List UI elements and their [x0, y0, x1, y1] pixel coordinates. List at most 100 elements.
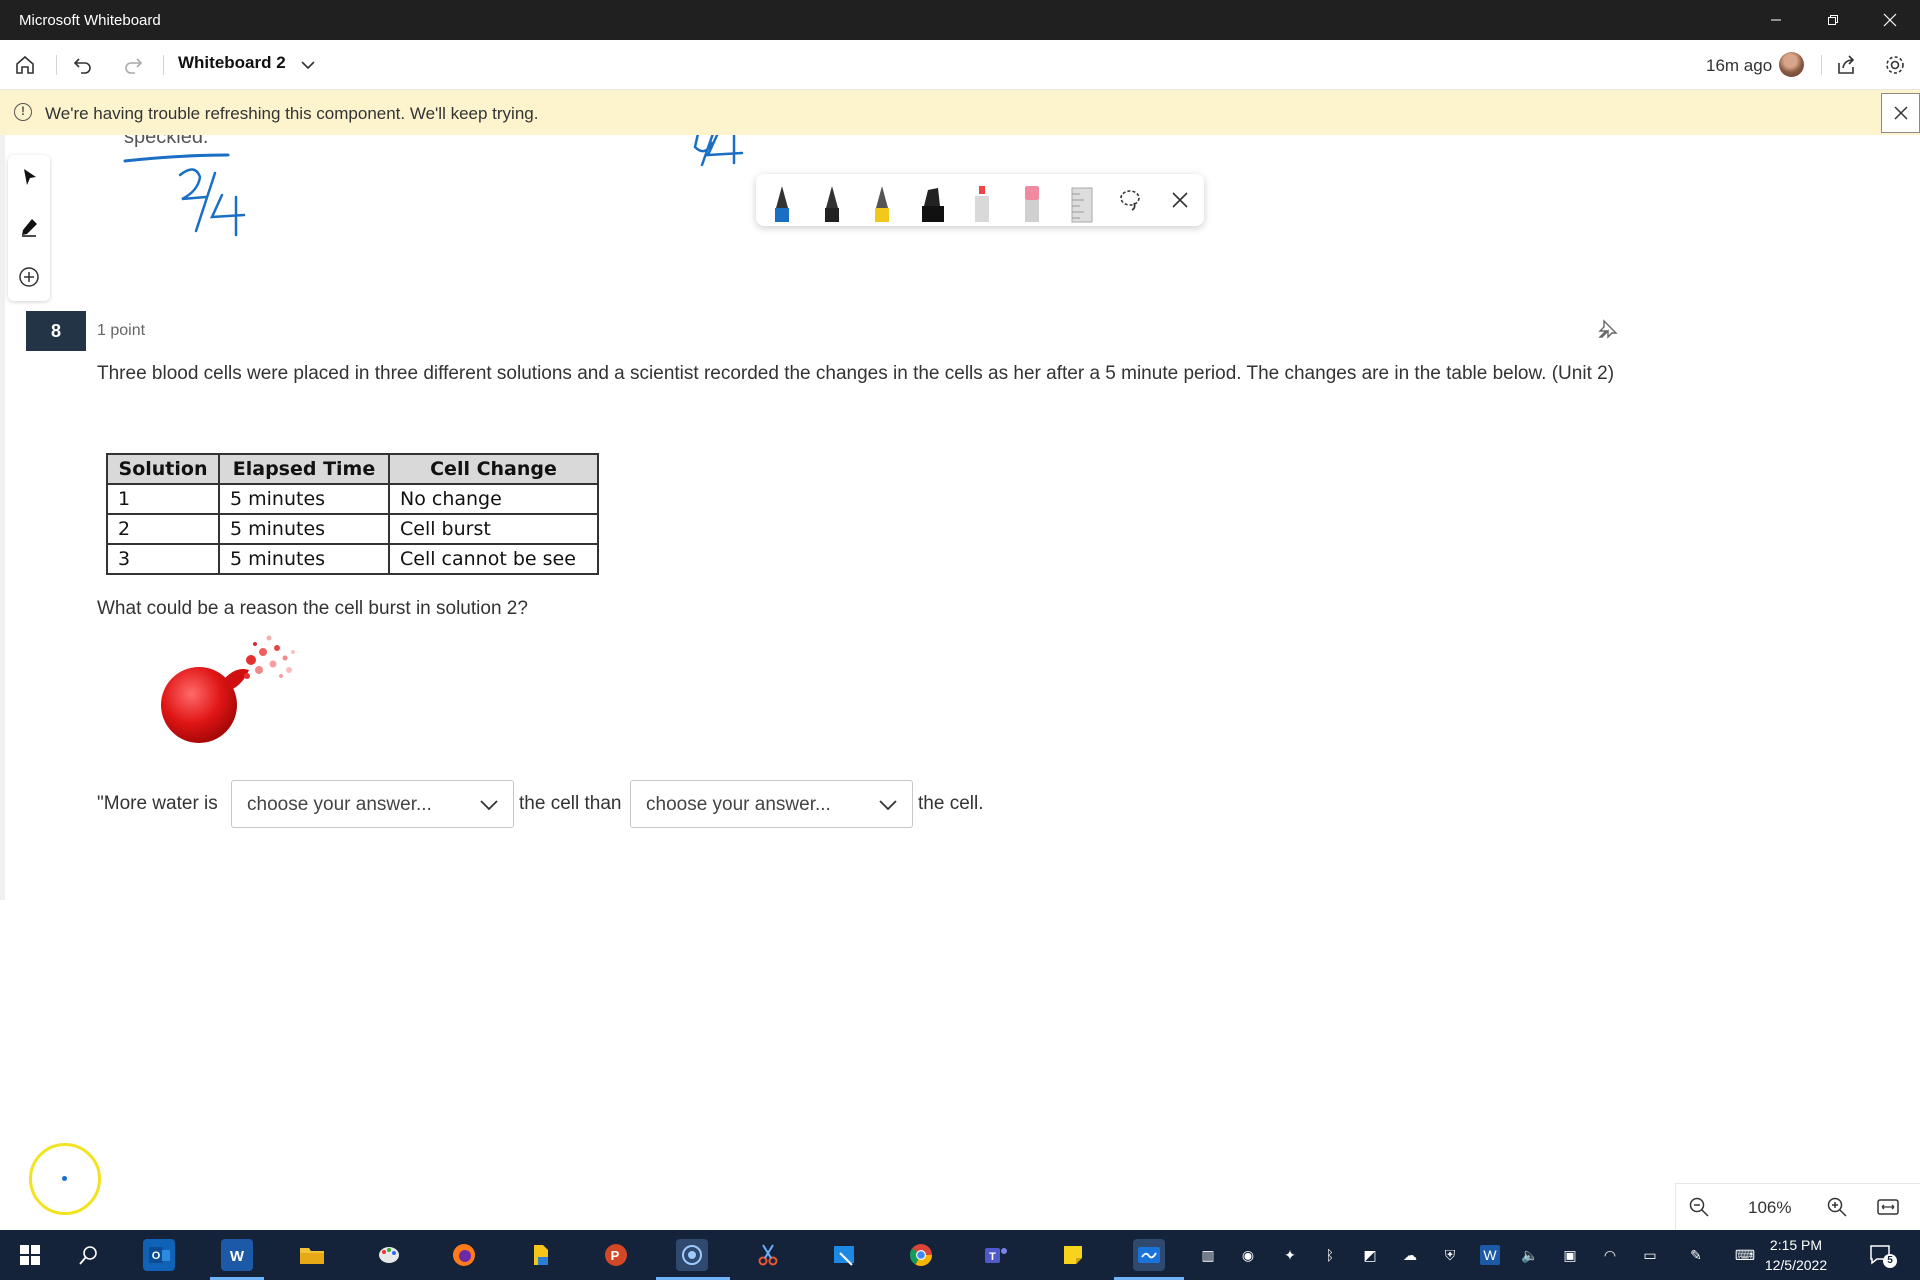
- scissors-icon: [758, 1244, 778, 1266]
- avatar[interactable]: [1779, 52, 1804, 77]
- share-button[interactable]: [1834, 53, 1858, 77]
- home-button[interactable]: [13, 53, 37, 77]
- highlighter-icon[interactable]: [918, 184, 946, 224]
- bursting-cell-image: [161, 635, 295, 743]
- wifi-icon[interactable]: ◠: [1600, 1245, 1620, 1265]
- tray-target-icon[interactable]: ◉: [1238, 1245, 1258, 1265]
- add-button[interactable]: [17, 265, 41, 289]
- taskbar-whiteboard[interactable]: [1133, 1239, 1165, 1271]
- sketch-icon: [834, 1246, 854, 1266]
- svg-text:O: O: [152, 1250, 161, 1262]
- security-shield-icon[interactable]: ⛨: [1440, 1245, 1460, 1265]
- taskbar-sticky-notes[interactable]: [1057, 1239, 1089, 1271]
- question-text: Three blood cells were placed in three d…: [97, 363, 1615, 384]
- bluetooth-icon[interactable]: ᛒ: [1320, 1245, 1340, 1265]
- gear-icon: [1886, 56, 1904, 74]
- answer-dropdown-1[interactable]: choose your answer...: [231, 780, 514, 828]
- redo-icon: [125, 58, 143, 74]
- powerpoint-icon: P: [605, 1244, 627, 1266]
- whiteboard-canvas[interactable]: speckled. 8 1 point Three blood cells we…: [0, 135, 1920, 1230]
- tray-network-add-icon[interactable]: ▣: [1560, 1245, 1580, 1265]
- taskbar-word[interactable]: W: [221, 1239, 253, 1271]
- yellow-pen-icon[interactable]: [868, 184, 896, 224]
- black-pen-icon[interactable]: [818, 184, 846, 224]
- pin-icon[interactable]: [1596, 319, 1618, 341]
- notifications-button[interactable]: 5: [1868, 1242, 1898, 1270]
- zoom-in-button[interactable]: [1826, 1196, 1850, 1220]
- toolbar-divider: [1821, 55, 1822, 75]
- restore-button[interactable]: [1805, 0, 1861, 40]
- eraser-icon[interactable]: [1018, 184, 1046, 224]
- red-pen-icon[interactable]: [968, 184, 996, 224]
- keyboard-icon[interactable]: ⌨: [1730, 1245, 1760, 1265]
- taskbar-teams[interactable]: T: [980, 1239, 1012, 1271]
- taskbar-file-explorer[interactable]: [296, 1239, 328, 1271]
- cursor-arrow-icon: [24, 169, 36, 185]
- tray-app-icon[interactable]: ▥: [1198, 1245, 1218, 1265]
- dismiss-banner-button[interactable]: [1881, 93, 1920, 133]
- restore-icon: [1828, 15, 1838, 25]
- tray-word-icon[interactable]: W: [1480, 1245, 1500, 1265]
- chevron-down-icon: [879, 800, 897, 811]
- blue-pen-icon[interactable]: [768, 184, 796, 224]
- settings-button[interactable]: [1883, 53, 1907, 77]
- outlook-icon: O: [149, 1247, 170, 1263]
- word-icon: W: [230, 1248, 245, 1265]
- system-clock[interactable]: 2:15 PM 12/5/2022: [1758, 1235, 1834, 1275]
- ruler-icon[interactable]: [1068, 184, 1096, 224]
- sticky-note-icon: [1064, 1246, 1082, 1264]
- taskbar: O W P T ▥ ◉ ✦ ᛒ ◩ ☁ ⛨ W 🔈 ▣ ◠ ▭ ✎ ⌨ 2:15…: [0, 1230, 1920, 1280]
- firefox-icon: [453, 1244, 475, 1266]
- answer-dropdown-2[interactable]: choose your answer...: [630, 780, 913, 828]
- taskbar-screen-sketch[interactable]: [829, 1239, 861, 1271]
- clock-time: 2:15 PM: [1769, 1237, 1823, 1253]
- sentence-part-2: the cell than: [519, 793, 622, 814]
- start-button[interactable]: [14, 1239, 46, 1271]
- tray-teams-icon[interactable]: ✦: [1280, 1245, 1300, 1265]
- svg-text:P: P: [611, 1248, 620, 1263]
- redo-button[interactable]: [121, 53, 145, 77]
- close-icon: [1883, 13, 1897, 27]
- taskbar-firefox[interactable]: [448, 1239, 480, 1271]
- select-tool-button[interactable]: [17, 165, 41, 189]
- table-cell: No change: [388, 483, 599, 515]
- close-window-button[interactable]: [1862, 0, 1918, 40]
- close-pen-tray-button[interactable]: [1166, 186, 1194, 214]
- close-icon: [1172, 192, 1188, 208]
- taskbar-cortana[interactable]: [676, 1239, 708, 1271]
- lasso-icon: [1120, 190, 1140, 211]
- zoom-out-button[interactable]: [1688, 1196, 1712, 1220]
- fit-to-screen-button[interactable]: [1876, 1196, 1902, 1220]
- battery-icon[interactable]: ▭: [1640, 1245, 1660, 1265]
- lasso-select-button[interactable]: [1116, 186, 1144, 214]
- plus-circle-icon: [19, 267, 39, 287]
- onedrive-icon[interactable]: ☁: [1400, 1245, 1420, 1265]
- pen-cursor-dot: [62, 1176, 67, 1181]
- sub-question: What could be a reason the cell burst in…: [97, 598, 528, 619]
- taskbar-snipping-tool[interactable]: [752, 1239, 784, 1271]
- volume-icon[interactable]: 🔈: [1520, 1245, 1540, 1265]
- pen-icon: [22, 219, 37, 237]
- sentence-part-1: "More water is: [97, 793, 218, 814]
- saved-time: 16m ago: [1706, 56, 1773, 75]
- board-menu-button[interactable]: [296, 53, 320, 77]
- cortana-icon: [682, 1245, 702, 1265]
- taskbar-paint[interactable]: [373, 1239, 405, 1271]
- tray-sketch-icon[interactable]: ◩: [1360, 1245, 1380, 1265]
- chevron-down-icon: [480, 800, 498, 811]
- column-header: Solution: [106, 453, 220, 485]
- board-title[interactable]: Whiteboard 2: [178, 53, 286, 73]
- taskbar-powerpoint[interactable]: P: [600, 1239, 632, 1271]
- search-button[interactable]: [73, 1239, 105, 1271]
- inking-tool-button[interactable]: [17, 215, 41, 239]
- dropdown-value: choose your answer...: [247, 794, 432, 815]
- taskbar-files[interactable]: [525, 1239, 557, 1271]
- taskbar-outlook[interactable]: O: [143, 1239, 175, 1271]
- pen-workspace-icon[interactable]: ✎: [1686, 1245, 1706, 1265]
- minimize-button[interactable]: [1748, 0, 1804, 40]
- undo-button[interactable]: [71, 53, 95, 77]
- toolbar-divider: [56, 55, 57, 75]
- column-header: Cell Change: [388, 453, 599, 485]
- taskbar-chrome[interactable]: [905, 1239, 937, 1271]
- toolbar-divider: [163, 55, 164, 75]
